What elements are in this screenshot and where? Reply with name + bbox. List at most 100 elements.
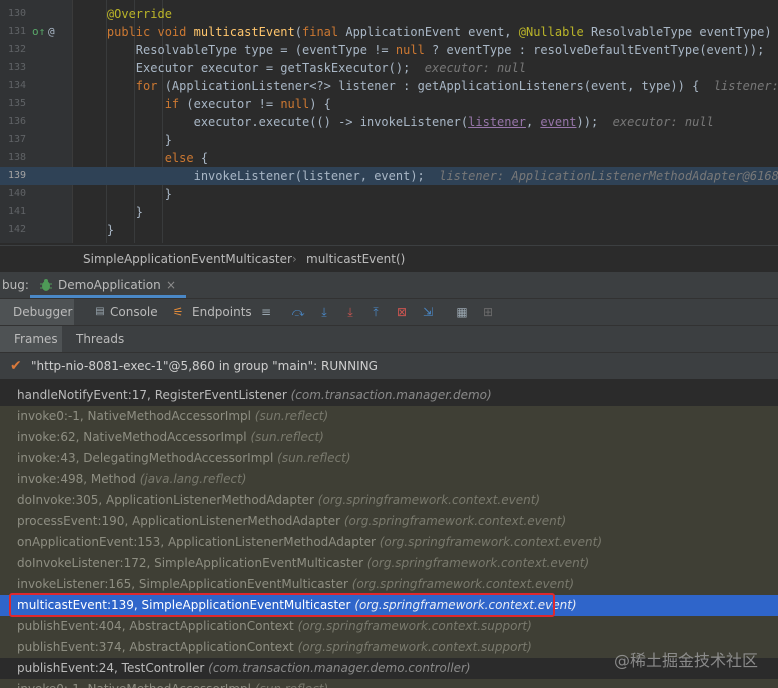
breadcrumb-class[interactable]: SimpleApplicationEventMulticaster bbox=[83, 246, 292, 272]
tab-frames[interactable]: Frames bbox=[0, 326, 62, 352]
code-text: ResolvableType type = (eventType != null… bbox=[78, 43, 778, 57]
frame-method: processEvent:190, ApplicationListenerMet… bbox=[17, 514, 344, 528]
drop-frame-icon[interactable]: ⊠ bbox=[394, 304, 410, 320]
line-number[interactable]: 141 bbox=[0, 203, 26, 221]
code-line[interactable]: 137 } bbox=[0, 131, 778, 149]
thread-selector[interactable]: ✔ "http-nio-8081-exec-1"@5,860 in group … bbox=[0, 353, 778, 380]
line-number[interactable]: 130 bbox=[0, 5, 26, 23]
frame-method: handleNotifyEvent:17, RegisterEventListe… bbox=[17, 388, 291, 402]
frame-row[interactable]: doInvokeListener:172, SimpleApplicationE… bbox=[0, 553, 778, 574]
frame-row[interactable]: processEvent:190, ApplicationListenerMet… bbox=[0, 511, 778, 532]
tab-debugger[interactable]: Debugger bbox=[0, 299, 74, 325]
tab-endpoints-label: Endpoints bbox=[192, 305, 252, 319]
step-into-icon[interactable]: ⤓ bbox=[342, 304, 358, 320]
frame-package: (org.springframework.context.event) bbox=[366, 556, 590, 570]
line-number[interactable]: 140 bbox=[0, 185, 26, 203]
frame-method: invoke:498, Method bbox=[17, 472, 140, 486]
frame-package: (sun.reflect) bbox=[277, 451, 351, 465]
tab-console-label: Console bbox=[110, 305, 158, 319]
code-line[interactable]: 134 for (ApplicationListener<?> listener… bbox=[0, 77, 778, 95]
tab-demo-application[interactable]: DemoApplication × bbox=[30, 272, 186, 298]
code-text: executor.execute(() -> invokeListener(li… bbox=[78, 115, 714, 129]
frame-package: (sun.reflect) bbox=[255, 682, 328, 688]
code-line[interactable]: 139 invokeListener(listener, event); lis… bbox=[0, 167, 778, 185]
frame-method: invokeListener:165, SimpleApplicationEve… bbox=[17, 577, 352, 591]
frame-row[interactable]: invoke0:-1, NativeMethodAccessorImpl (su… bbox=[0, 679, 778, 688]
frame-package: (org.springframework.context.event) bbox=[354, 598, 577, 612]
frame-package: (org.springframework.context.event) bbox=[379, 535, 603, 549]
tab-threads[interactable]: Threads bbox=[70, 326, 126, 352]
line-number[interactable]: 139 bbox=[0, 167, 26, 185]
frame-package: (org.springframework.context.event) bbox=[343, 514, 567, 528]
frame-method: doInvokeListener:172, SimpleApplicationE… bbox=[17, 556, 367, 570]
code-line[interactable]: 133 Executor executor = getTaskExecutor(… bbox=[0, 59, 778, 77]
code-text: } bbox=[78, 205, 144, 219]
debugger-toolbar: Debugger ▤ Console ⚟ Endpoints ≡ ⤼ ⤓ ⤓ ⤒… bbox=[0, 299, 778, 326]
frame-method: publishEvent:374, AbstractApplicationCon… bbox=[17, 640, 298, 654]
show-execution-point-icon[interactable]: ⤼ bbox=[290, 304, 306, 320]
code-line[interactable]: 138 else { bbox=[0, 149, 778, 167]
frame-row[interactable]: invoke0:-1, NativeMethodAccessorImpl (su… bbox=[0, 406, 778, 427]
code-line[interactable]: 142 } bbox=[0, 221, 778, 239]
frame-method: publishEvent:404, AbstractApplicationCon… bbox=[17, 619, 298, 633]
close-icon[interactable]: × bbox=[166, 272, 176, 298]
breadcrumb: SimpleApplicationEventMulticaster › mult… bbox=[0, 245, 778, 272]
code-text: Executor executor = getTaskExecutor(); e… bbox=[78, 61, 526, 75]
code-line[interactable]: 141 } bbox=[0, 203, 778, 221]
tab-endpoints[interactable]: ⚟ Endpoints bbox=[170, 299, 252, 325]
frame-row[interactable]: doInvoke:305, ApplicationListenerMethodA… bbox=[0, 490, 778, 511]
evaluate-icon[interactable]: ▦ bbox=[454, 304, 470, 320]
line-number[interactable]: 134 bbox=[0, 77, 26, 95]
run-to-cursor-icon[interactable]: ⇲ bbox=[420, 304, 436, 320]
line-number[interactable]: 133 bbox=[0, 59, 26, 77]
step-over-icon[interactable]: ⤓ bbox=[316, 304, 332, 320]
frame-row[interactable]: handleNotifyEvent:17, RegisterEventListe… bbox=[0, 385, 778, 406]
watermark: @稀土掘金技术社区 bbox=[613, 651, 758, 670]
tab-label: DemoApplication bbox=[58, 278, 161, 292]
code-editor[interactable]: 130 @Override 131 o↑ @ public void multicas… bbox=[0, 0, 778, 243]
line-number[interactable]: 135 bbox=[0, 95, 26, 113]
line-number[interactable]: 142 bbox=[0, 221, 26, 239]
code-text: else { bbox=[164, 151, 209, 165]
frames-threads-tabs: Frames Threads bbox=[0, 326, 778, 353]
line-number[interactable]: 136 bbox=[0, 113, 26, 131]
override-gutter-icon[interactable]: o↑ bbox=[32, 23, 45, 41]
trace-icon[interactable]: ⊞ bbox=[480, 304, 496, 320]
breadcrumb-method[interactable]: multicastEvent() bbox=[306, 246, 405, 272]
code-text: } bbox=[78, 223, 115, 237]
code-text: @Override bbox=[78, 7, 172, 21]
code-line[interactable]: 131 o↑ @ public void multicastEvent(final … bbox=[0, 23, 778, 41]
frame-method: onApplicationEvent:153, ApplicationListe… bbox=[17, 535, 380, 549]
tab-debugger-label: Debugger bbox=[13, 305, 73, 319]
frame-package: (org.springframework.context.support) bbox=[297, 619, 532, 633]
debug-tool-window-header: bug: DemoApplication × bbox=[0, 272, 778, 299]
menu-icon[interactable]: ≡ bbox=[258, 304, 274, 320]
frame-method: invoke:43, DelegatingMethodAccessorImpl bbox=[17, 451, 278, 465]
code-line[interactable]: 130 @Override bbox=[0, 5, 778, 23]
line-number[interactable]: 132 bbox=[0, 41, 26, 59]
frame-row[interactable]: invoke:43, DelegatingMethodAccessorImpl … bbox=[0, 448, 778, 469]
frame-row[interactable]: onApplicationEvent:153, ApplicationListe… bbox=[0, 532, 778, 553]
force-step-into-icon[interactable]: ⤒ bbox=[368, 304, 384, 320]
frames-list[interactable]: handleNotifyEvent:17, RegisterEventListe… bbox=[0, 384, 778, 688]
frame-row[interactable]: invoke:62, NativeMethodAccessorImpl (sun… bbox=[0, 427, 778, 448]
frame-row[interactable]: invoke:498, Method (java.lang.reflect) bbox=[0, 469, 778, 490]
code-text: if (executor != null) { bbox=[164, 97, 331, 111]
code-line[interactable]: 135 if (executor != null) { bbox=[0, 95, 778, 113]
annotation-gutter-icon[interactable]: @ bbox=[48, 23, 55, 41]
frame-row[interactable]: publishEvent:404, AbstractApplicationCon… bbox=[0, 616, 778, 637]
code-line[interactable]: 132 ResolvableType type = (eventType != … bbox=[0, 41, 778, 59]
frame-row[interactable]: invokeListener:165, SimpleApplicationEve… bbox=[0, 574, 778, 595]
code-text: invokeListener(listener, event); listene… bbox=[78, 169, 778, 183]
thread-label: "http-nio-8081-exec-1"@5,860 in group "m… bbox=[31, 359, 378, 373]
tab-threads-label: Threads bbox=[76, 332, 125, 346]
line-number[interactable]: 131 bbox=[0, 23, 26, 41]
line-number[interactable]: 137 bbox=[0, 131, 26, 149]
breadcrumb-separator: › bbox=[292, 252, 297, 266]
tab-console[interactable]: ▤ Console bbox=[88, 299, 158, 325]
code-line[interactable]: 136 executor.execute(() -> invokeListene… bbox=[0, 113, 778, 131]
code-line[interactable]: 140 } bbox=[0, 185, 778, 203]
line-number[interactable]: 138 bbox=[0, 149, 26, 167]
frame-package: (org.springframework.context.event) bbox=[351, 577, 575, 591]
frame-row-selected[interactable]: multicastEvent:139, SimpleApplicationEve… bbox=[0, 595, 778, 616]
